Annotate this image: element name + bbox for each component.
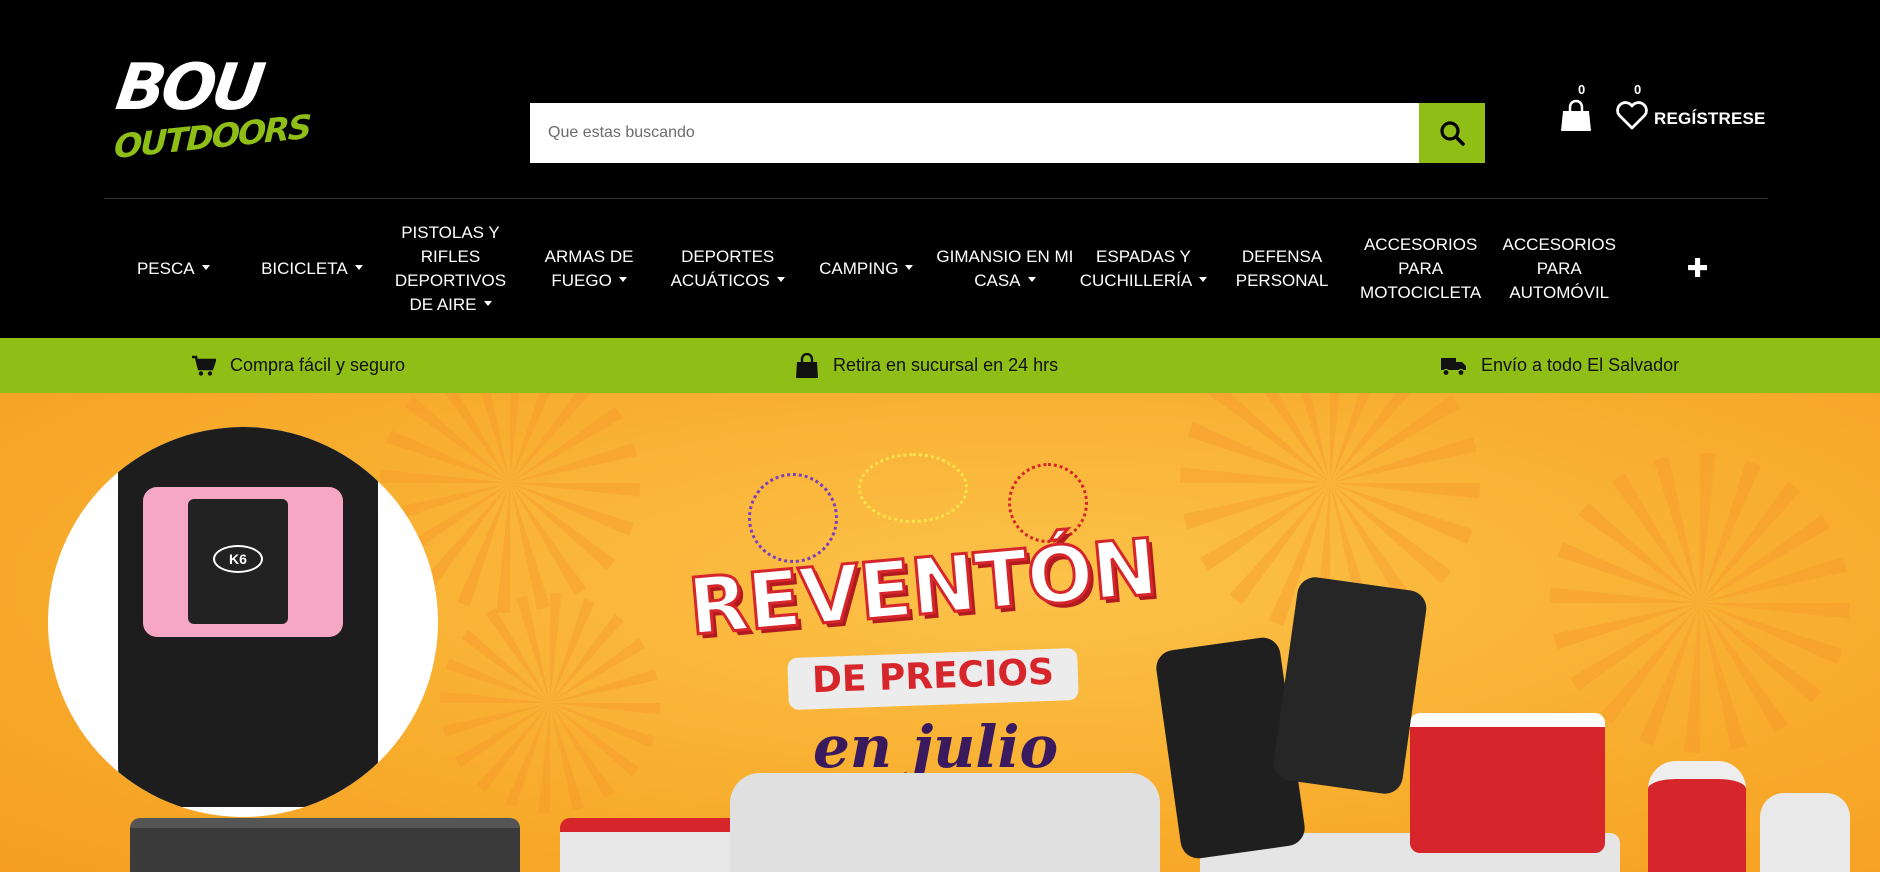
nav-item-armas-de-fuego[interactable]: ARMAS DE FUEGO <box>520 245 659 293</box>
nav-label: ACCESORIOS PARA AUTOMÓVIL <box>1502 234 1616 302</box>
belt-brand-logo: K6 <box>213 545 263 573</box>
nav-label: PESCA <box>136 258 195 278</box>
caret-down-icon <box>483 300 492 306</box>
heart-icon <box>1616 101 1648 130</box>
caret-down-icon <box>1027 276 1036 282</box>
cart-icon <box>192 355 216 376</box>
cart-button[interactable]: 0 <box>1556 82 1598 132</box>
nav-item-pesca[interactable]: PESCA <box>104 257 243 281</box>
search-bar <box>530 103 1485 163</box>
shopping-bag-icon <box>796 352 818 378</box>
promo-title-script: en julio <box>813 713 1059 781</box>
benefit-label: Compra fácil y seguro <box>230 355 406 375</box>
truck-icon <box>1441 357 1466 376</box>
decorative-burst <box>440 593 660 813</box>
nav-more-button[interactable]: ✚ <box>1629 253 1767 284</box>
nav-item-espadas[interactable]: ESPADAS Y CUCHILLERÍA <box>1074 245 1213 293</box>
nav-item-gimansio[interactable]: GIMANSIO EN MI CASA <box>936 245 1075 293</box>
shopping-bag-icon <box>1561 99 1591 131</box>
search-input[interactable] <box>530 103 1420 163</box>
nav-label: CAMPING <box>819 258 899 278</box>
caret-down-icon <box>776 276 785 282</box>
brand-logo[interactable]: BOU OUTDOORS <box>111 51 311 174</box>
benefit-item: Retira en sucursal en 24 hrs <box>795 338 1058 393</box>
cart-count: 0 <box>1578 82 1586 97</box>
promo-title: REVENTÓN DE PRECIOS en julio <box>678 453 1198 781</box>
nav-item-pistolas-rifles[interactable]: PISTOLAS Y RIFLES DEPORTIVOS DE AIRE <box>381 221 520 317</box>
benefit-label: Envío a todo El Salvador <box>1481 355 1680 375</box>
nav-label: ESPADAS Y CUCHILLERÍA <box>1079 246 1193 290</box>
nav-label: BICICLETA <box>261 258 348 278</box>
nav-item-bicicleta[interactable]: BICICLETA <box>243 257 382 281</box>
product-image-waist-trainer: K6 <box>48 427 438 817</box>
caret-down-icon <box>201 264 210 270</box>
benefit-label: Retira en sucursal en 24 hrs <box>833 355 1059 375</box>
caret-down-icon <box>354 264 363 270</box>
caret-down-icon <box>618 276 627 282</box>
nav-label: DEPORTES ACUÁTICOS <box>670 246 775 290</box>
site-header: BOU OUTDOORS 0 0 REGÍSTRESE <box>0 0 1880 198</box>
wishlist-count: 0 <box>1634 82 1642 97</box>
firework-decoration <box>858 453 968 523</box>
nav-item-defensa-personal[interactable]: DEFENSA PERSONAL <box>1213 245 1352 293</box>
benefit-item: Compra fácil y seguro <box>192 338 405 393</box>
nav-item-accesorios-moto[interactable]: ACCESORIOS PARA MOTOCICLETA <box>1351 233 1490 305</box>
main-nav: PESCA BICICLETA PISTOLAS Y RIFLES DEPORT… <box>104 199 1768 338</box>
plus-icon: ✚ <box>1686 253 1709 283</box>
nav-label: ACCESORIOS PARA MOTOCICLETA <box>1360 234 1482 302</box>
nav-label: ARMAS DE FUEGO <box>544 246 634 290</box>
benefit-item: Envío a todo El Salvador <box>1441 338 1679 393</box>
nav-item-camping[interactable]: CAMPING <box>797 257 936 281</box>
wishlist-button[interactable]: 0 <box>1613 82 1655 132</box>
nav-label: GIMANSIO EN MI CASA <box>936 246 1074 290</box>
search-button[interactable] <box>1419 103 1485 163</box>
nav-label: DEFENSA PERSONAL <box>1235 246 1329 290</box>
hero-banner[interactable]: K6 REVENTÓN DE PRECIOS en julio <box>0 393 1880 872</box>
register-link[interactable]: REGÍSTRESE <box>1654 109 1766 129</box>
logo-text-bou: BOU <box>111 51 266 125</box>
firework-decoration <box>748 473 838 563</box>
caret-down-icon <box>905 264 914 270</box>
caret-down-icon <box>1199 276 1208 282</box>
nav-item-deportes-acuaticos[interactable]: DEPORTES ACUÁTICOS <box>658 245 797 293</box>
nav-item-accesorios-auto[interactable]: ACCESORIOS PARA AUTOMÓVIL <box>1490 233 1629 305</box>
benefits-bar: Compra fácil y seguro Retira en sucursal… <box>0 338 1880 393</box>
search-icon <box>1440 121 1465 146</box>
decorative-burst <box>1550 453 1850 753</box>
